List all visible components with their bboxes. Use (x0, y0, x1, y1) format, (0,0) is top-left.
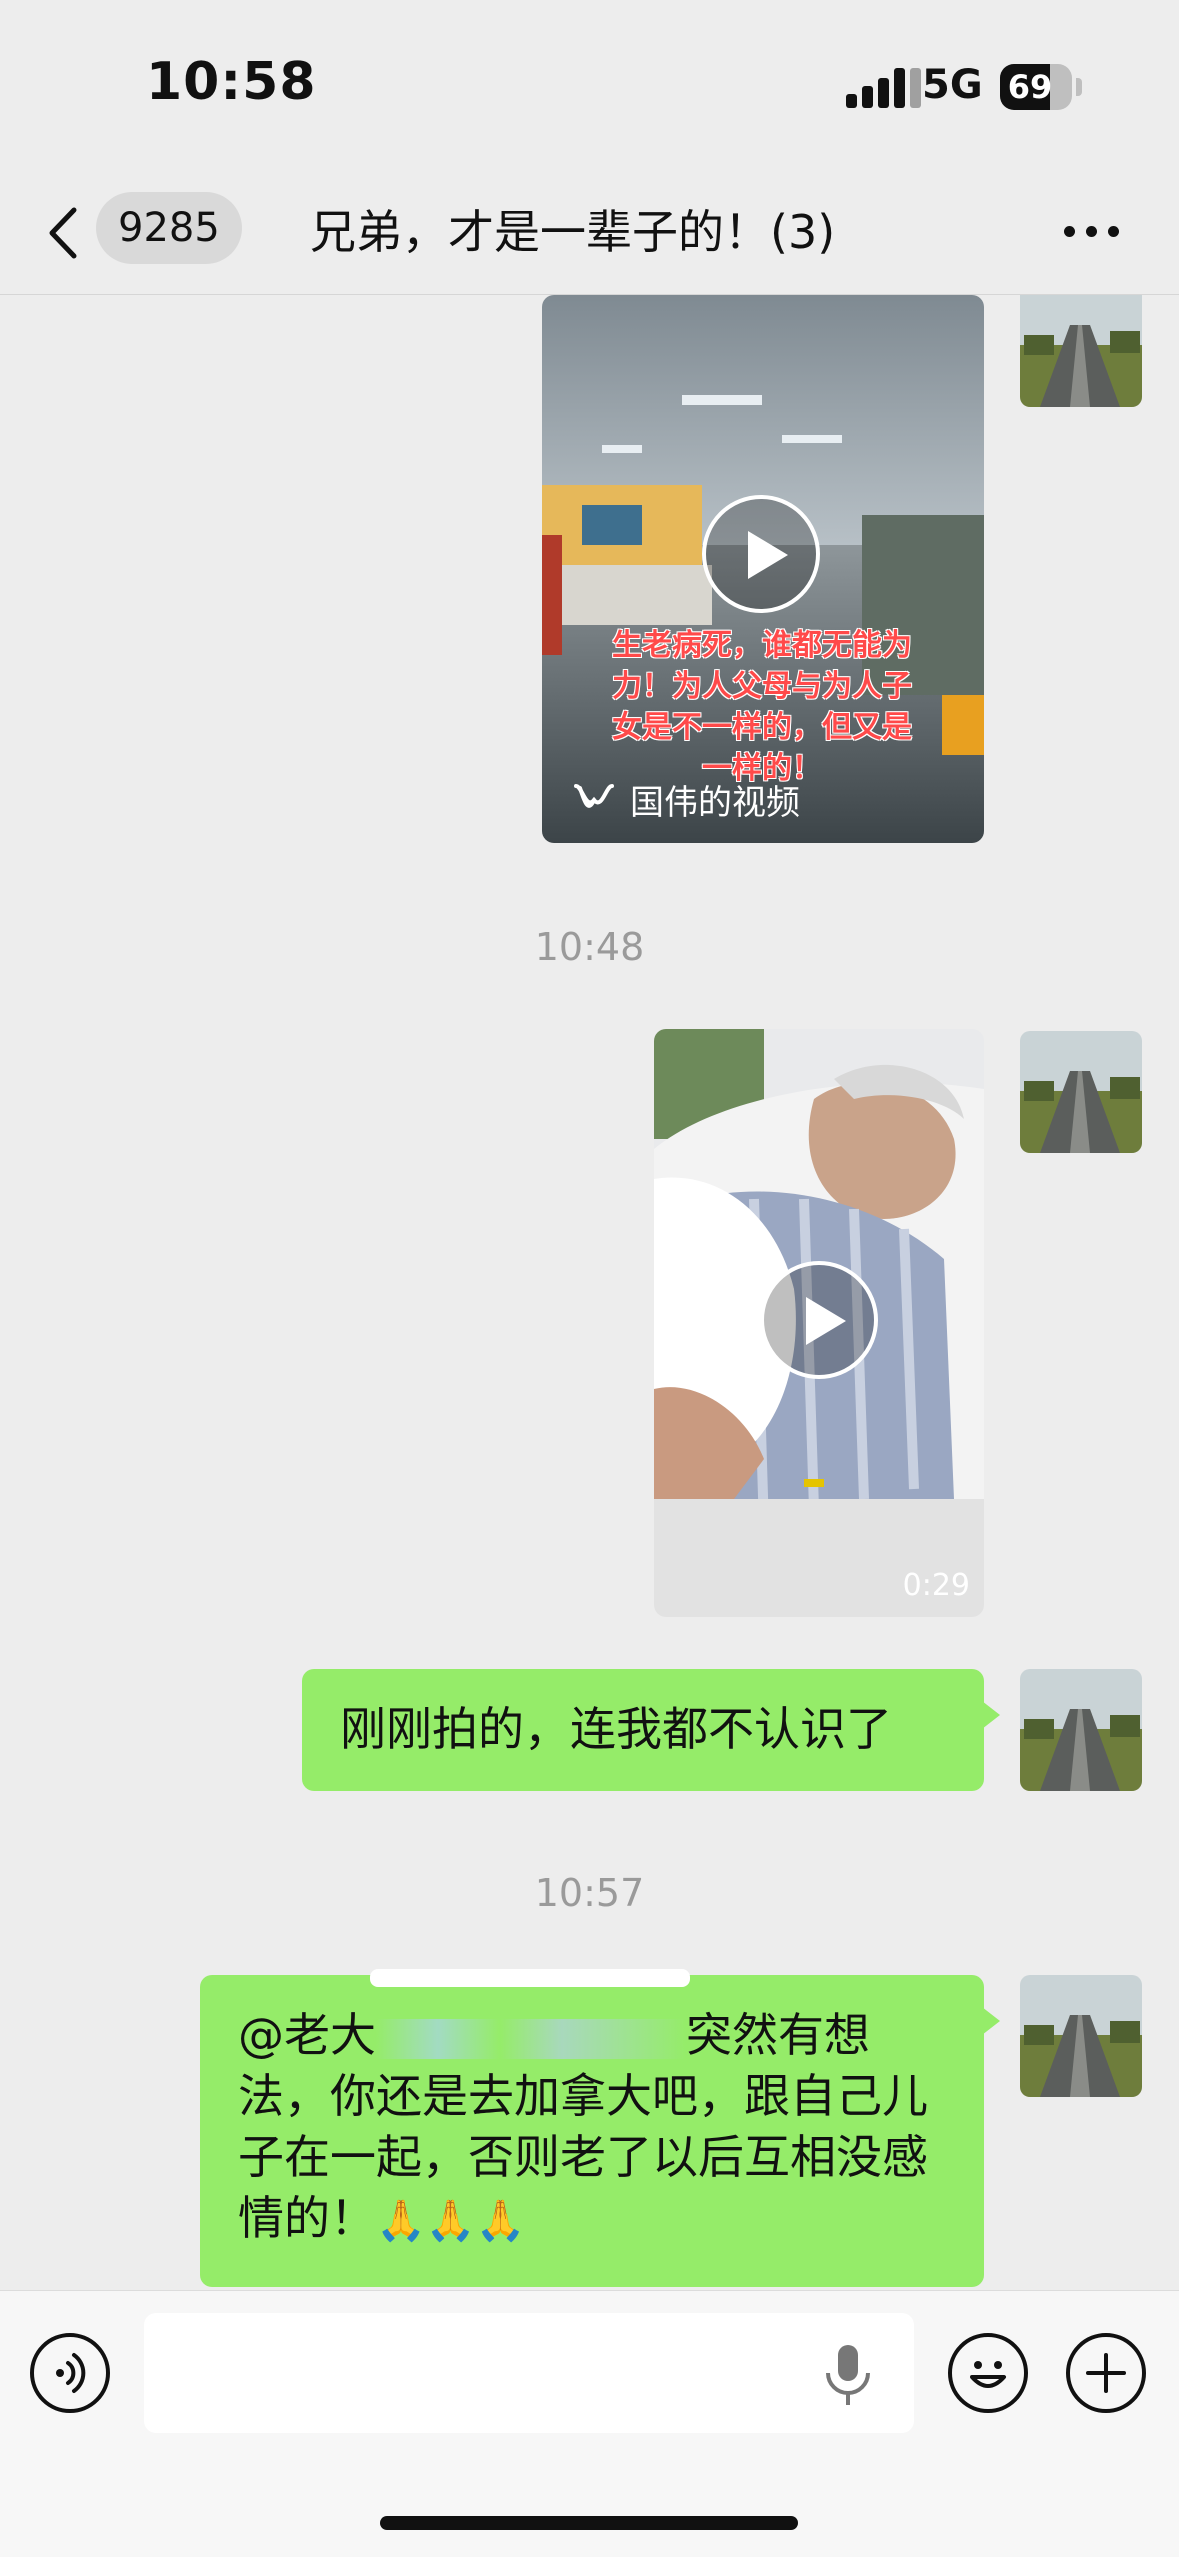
home-indicator[interactable] (380, 2516, 798, 2530)
avatar-road-image (1020, 1975, 1142, 2097)
video-caption: 生老病死，谁都无能为力！为人父母与为人子女是不一样的，但又是一样的！ (612, 628, 912, 786)
video-message-channels[interactable]: 生老病死，谁都无能为力！为人父母与为人子女是不一样的，但又是一样的！ 国伟的视频 (542, 295, 984, 843)
voice-icon[interactable] (30, 2333, 110, 2413)
network-type: 5G (922, 62, 983, 108)
battery-tip (1076, 78, 1082, 96)
message-list[interactable]: 生老病死，谁都无能为力！为人父母与为人子女是不一样的，但又是一样的！ 国伟的视频… (0, 295, 1179, 2295)
channel-name: 国伟的视频 (630, 783, 800, 823)
message-timestamp: 10:48 (534, 925, 645, 969)
avatar-road-image (1020, 1031, 1142, 1153)
cellular-signal-icon (846, 68, 922, 108)
chat-header: 9285 兄弟，才是一辈子的！(3) (0, 170, 1179, 295)
text-message[interactable]: @老大 突然有想法，你还是去加拿大吧，跟自己儿子在一起，否则老了以后互相没感情的！… (200, 1969, 1000, 2287)
chat-title: 兄弟，才是一辈子的！(3) (310, 205, 836, 259)
play-icon[interactable] (702, 495, 820, 613)
praying-hands-emoji: 🙏🙏🙏 (376, 2198, 526, 2244)
message-input[interactable] (144, 2313, 914, 2433)
unread-count-badge[interactable]: 9285 (96, 192, 242, 264)
avatar[interactable] (1020, 1669, 1142, 1791)
plus-icon[interactable] (1066, 2333, 1146, 2413)
more-dots-icon[interactable] (1060, 218, 1124, 242)
mic-icon[interactable] (818, 2339, 878, 2409)
video-message[interactable]: 0:29 (654, 1029, 984, 1617)
status-time: 10:58 (146, 52, 317, 112)
emoji-icon[interactable] (948, 2333, 1028, 2413)
message-timestamp: 10:57 (534, 1871, 645, 1915)
message-text: 刚刚拍的，连我都不认识了 (340, 1702, 892, 1756)
avatar-road-image (1020, 1669, 1142, 1791)
redacted-text (376, 2018, 686, 2059)
status-bar: 10:58 5G 69 (0, 0, 1179, 170)
video-duration: 0:29 (902, 1568, 970, 1603)
battery-icon: 69 (1000, 64, 1072, 110)
play-icon[interactable] (760, 1261, 878, 1379)
avatar[interactable] (1020, 1031, 1142, 1153)
back-arrow-icon[interactable] (40, 200, 90, 266)
battery-level: 69 (1007, 68, 1053, 106)
avatar[interactable] (1020, 295, 1142, 407)
channel-label[interactable]: 国伟的视频 (572, 775, 800, 824)
avatar[interactable] (1020, 1975, 1142, 2097)
redaction-overlay (370, 1969, 690, 1987)
text-message[interactable]: 刚刚拍的，连我都不认识了 (302, 1669, 1000, 1791)
avatar-road-image (1020, 295, 1142, 407)
wechat-channels-icon (574, 783, 614, 808)
mention[interactable]: @老大 (238, 2008, 376, 2062)
